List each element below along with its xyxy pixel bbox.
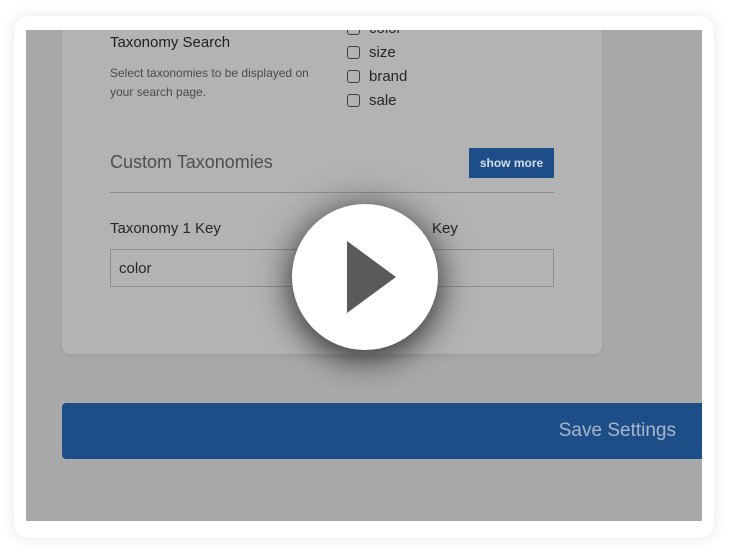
checkbox-label: size <box>369 43 396 61</box>
section-divider <box>110 192 554 193</box>
play-icon <box>347 241 396 313</box>
taxonomy-checkbox-list: color size brand sale <box>347 30 407 112</box>
show-more-button[interactable]: show more <box>469 148 554 178</box>
checkbox-label: sale <box>369 91 397 109</box>
custom-taxonomies-title: Custom Taxonomies <box>110 152 273 172</box>
taxonomy-search-title: Taxonomy Search <box>110 34 231 51</box>
checkbox-sale[interactable]: sale <box>347 88 407 112</box>
checkbox-brand[interactable]: brand <box>347 64 407 88</box>
save-settings-button[interactable]: Save Settings <box>62 403 702 459</box>
checkbox-box[interactable] <box>347 45 360 59</box>
taxonomy-2-key-label: Key <box>432 220 458 237</box>
checkbox-color[interactable]: color <box>347 30 407 40</box>
checkbox-size[interactable]: size <box>347 40 407 64</box>
checkbox-label: brand <box>369 67 408 85</box>
checkbox-box[interactable] <box>347 93 360 107</box>
checkbox-box[interactable] <box>347 30 360 35</box>
taxonomy-1-key-input[interactable]: color <box>110 249 300 287</box>
checkbox-label: color <box>369 30 402 37</box>
taxonomy-1-key-label: Taxonomy 1 Key <box>110 220 221 237</box>
play-button[interactable] <box>292 204 438 350</box>
taxonomy-search-description: Select taxonomies to be displayed on you… <box>110 66 309 99</box>
checkbox-box[interactable] <box>347 69 360 83</box>
